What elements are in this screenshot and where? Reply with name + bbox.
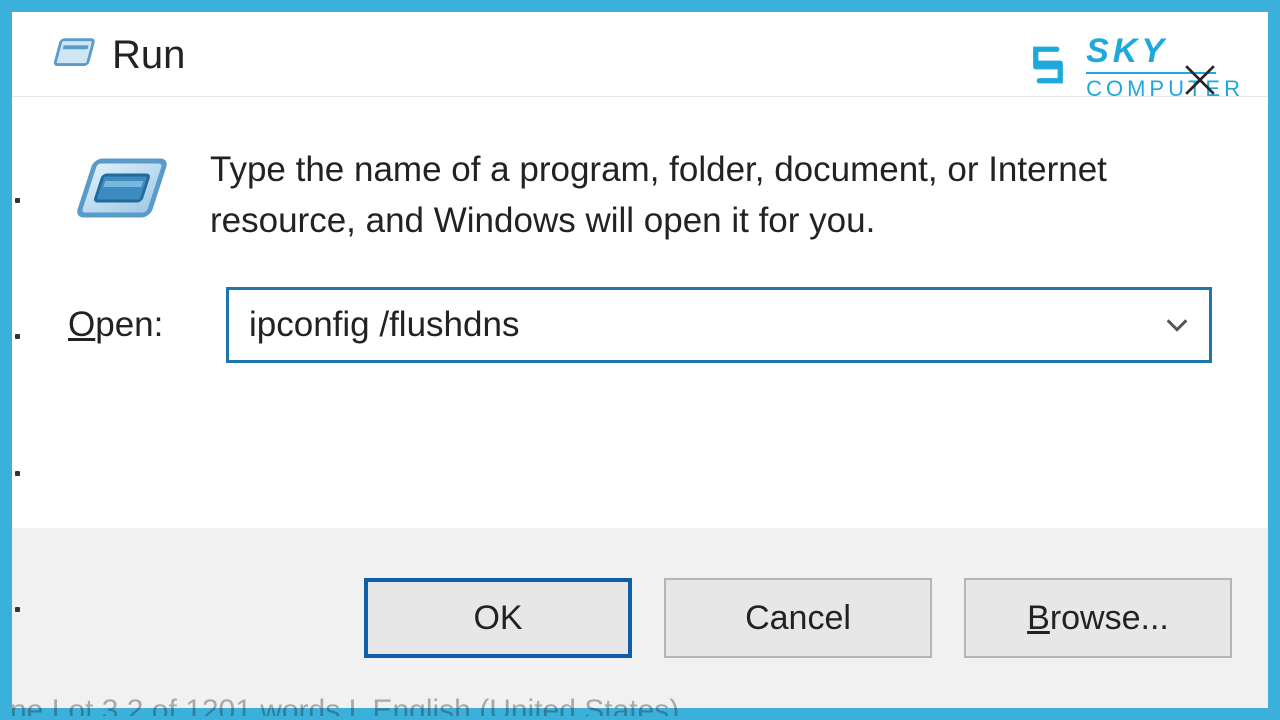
watermark-sky: SKY bbox=[1086, 34, 1244, 68]
watermark-logo-icon bbox=[1020, 37, 1076, 98]
open-input[interactable] bbox=[249, 305, 1189, 345]
dropdown-chevron-icon[interactable] bbox=[1163, 311, 1191, 339]
run-title-icon bbox=[50, 32, 96, 78]
button-bar: OK Cancel Browse... bbox=[12, 528, 1268, 708]
run-dialog: SKY COMPUTER Run bbox=[10, 10, 1270, 710]
watermark-computer: COMPUTER bbox=[1086, 78, 1244, 100]
ok-button[interactable]: OK bbox=[364, 578, 632, 658]
decorative-dots bbox=[15, 132, 23, 678]
browse-button[interactable]: Browse... bbox=[964, 578, 1232, 658]
dialog-title: Run bbox=[112, 33, 185, 78]
open-combobox[interactable] bbox=[226, 287, 1212, 363]
close-icon bbox=[1183, 63, 1217, 97]
dialog-description: Type the name of a program, folder, docu… bbox=[210, 145, 1212, 247]
background-bleed-text: ne Lot 3 2 of 1201 words L English (Unit… bbox=[10, 694, 1270, 716]
cancel-button[interactable]: Cancel bbox=[664, 578, 932, 658]
close-button[interactable] bbox=[1182, 62, 1218, 98]
open-label: Open: bbox=[68, 305, 188, 345]
run-main-icon bbox=[68, 145, 178, 247]
